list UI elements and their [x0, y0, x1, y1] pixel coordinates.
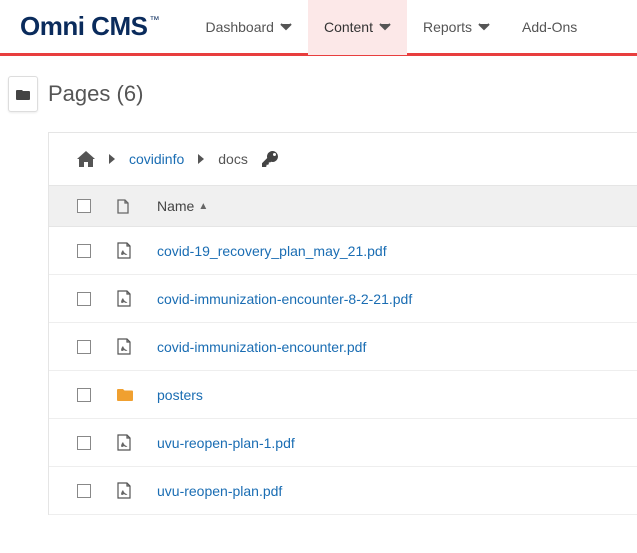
row-name-cell: uvu-reopen-plan.pdf — [157, 483, 609, 499]
nav-item-label: Content — [324, 19, 373, 35]
page-title-count: (6) — [117, 81, 144, 106]
folder-link[interactable]: posters — [157, 387, 203, 403]
file-link[interactable]: uvu-reopen-plan-1.pdf — [157, 435, 295, 451]
row-checkbox-cell — [77, 388, 117, 402]
content-area: covidinfo docs Name ▲ covid-19_recovery_… — [48, 132, 637, 515]
chevron-down-icon — [478, 23, 490, 31]
breadcrumb: covidinfo docs — [49, 133, 637, 185]
brand-name: Omni CMS — [20, 11, 147, 42]
top-nav: Omni CMS ™ Dashboard Content Reports Add-On… — [0, 0, 637, 56]
nav-item-label: Reports — [423, 19, 472, 35]
row-name-cell: posters — [157, 387, 609, 403]
row-checkbox[interactable] — [77, 388, 91, 402]
select-all-checkbox[interactable] — [77, 199, 91, 213]
home-icon[interactable] — [77, 151, 95, 167]
row-name-cell: covid-immunization-encounter.pdf — [157, 339, 609, 355]
nav-item-label: Add-Ons — [522, 19, 577, 35]
header-type-cell[interactable] — [117, 199, 157, 214]
file-link[interactable]: covid-19_recovery_plan_may_21.pdf — [157, 243, 387, 259]
table-row: uvu-reopen-plan-1.pdf — [49, 419, 637, 467]
chevron-right-icon — [109, 154, 115, 164]
page-title: Pages (6) — [48, 81, 143, 107]
table-header: Name ▲ — [49, 185, 637, 227]
key-icon[interactable] — [262, 151, 278, 167]
brand-logo[interactable]: Omni CMS ™ — [0, 11, 179, 42]
row-checkbox-cell — [77, 484, 117, 498]
column-name-label: Name — [157, 198, 194, 214]
header-name-cell[interactable]: Name ▲ — [157, 198, 609, 214]
pdf-file-icon — [117, 242, 157, 259]
chevron-right-icon — [198, 154, 204, 164]
folder-icon — [117, 388, 157, 401]
row-checkbox-cell — [77, 436, 117, 450]
file-link[interactable]: covid-immunization-encounter-8-2-21.pdf — [157, 291, 412, 307]
row-checkbox-cell — [77, 244, 117, 258]
row-name-cell: uvu-reopen-plan-1.pdf — [157, 435, 609, 451]
row-checkbox-cell — [77, 340, 117, 354]
nav-items: Dashboard Content Reports Add-Ons — [189, 0, 593, 55]
nav-item-dashboard[interactable]: Dashboard — [189, 0, 308, 55]
file-link[interactable]: uvu-reopen-plan.pdf — [157, 483, 282, 499]
table-body: covid-19_recovery_plan_may_21.pdf covid-i… — [49, 227, 637, 515]
nav-item-add-ons[interactable]: Add-Ons — [506, 0, 593, 55]
table-row: covid-19_recovery_plan_may_21.pdf — [49, 227, 637, 275]
table-row: uvu-reopen-plan.pdf — [49, 467, 637, 515]
row-checkbox[interactable] — [77, 292, 91, 306]
row-checkbox[interactable] — [77, 244, 91, 258]
chevron-down-icon — [379, 23, 391, 31]
brand-tm: ™ — [149, 15, 159, 26]
table-row: posters — [49, 371, 637, 419]
row-checkbox[interactable] — [77, 484, 91, 498]
table-row: covid-immunization-encounter-8-2-21.pdf — [49, 275, 637, 323]
nav-item-reports[interactable]: Reports — [407, 0, 506, 55]
row-checkbox-cell — [77, 292, 117, 306]
pdf-file-icon — [117, 290, 157, 307]
pdf-file-icon — [117, 482, 157, 499]
sort-asc-icon: ▲ — [198, 201, 208, 212]
row-name-cell: covid-19_recovery_plan_may_21.pdf — [157, 243, 609, 259]
row-name-cell: covid-immunization-encounter-8-2-21.pdf — [157, 291, 609, 307]
nav-item-content[interactable]: Content — [308, 0, 407, 55]
row-checkbox[interactable] — [77, 340, 91, 354]
page-title-text: Pages — [48, 81, 110, 106]
sidebar-toggle[interactable] — [8, 76, 38, 112]
folder-solid-icon — [16, 88, 30, 100]
file-icon — [117, 199, 129, 214]
breadcrumb-segment-0[interactable]: covidinfo — [129, 151, 184, 167]
breadcrumb-segment-1: docs — [218, 151, 248, 167]
nav-item-label: Dashboard — [205, 19, 274, 35]
header-checkbox-cell — [77, 199, 117, 213]
page-header: Pages (6) — [0, 56, 637, 132]
chevron-down-icon — [280, 23, 292, 31]
table-row: covid-immunization-encounter.pdf — [49, 323, 637, 371]
row-checkbox[interactable] — [77, 436, 91, 450]
pdf-file-icon — [117, 338, 157, 355]
pdf-file-icon — [117, 434, 157, 451]
file-link[interactable]: covid-immunization-encounter.pdf — [157, 339, 366, 355]
